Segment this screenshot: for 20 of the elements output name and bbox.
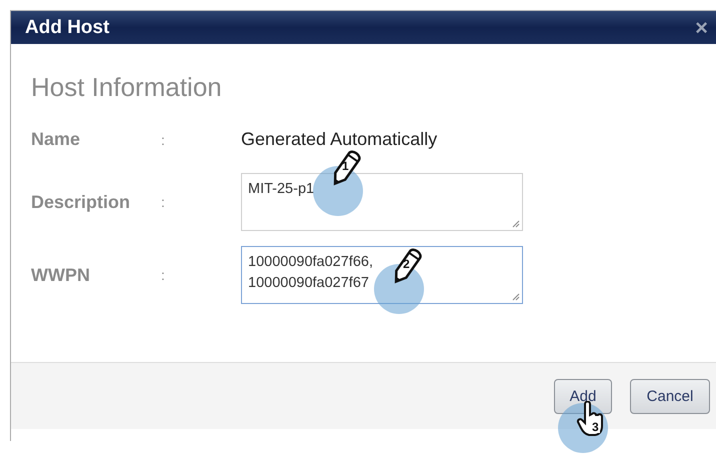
resize-grip-icon (512, 293, 520, 301)
field-value: Generated Automatically (241, 129, 438, 150)
close-button[interactable]: × (695, 14, 708, 40)
step-number: 3 (591, 420, 600, 432)
resize-grip-icon (512, 220, 520, 228)
add-button[interactable]: Add (554, 378, 612, 414)
dialog-title: Add Host (25, 16, 110, 38)
field-label: Description (31, 192, 132, 212)
separator: : (161, 267, 166, 283)
field-label: WWPN (31, 264, 91, 286)
section-title: Host Information (31, 72, 223, 103)
cancel-button[interactable]: Cancel (630, 378, 710, 414)
separator: : (161, 194, 166, 210)
pencil-icon (392, 246, 422, 286)
step-number: 2 (403, 258, 410, 270)
text-area[interactable]: MIT-25-p1 (241, 173, 523, 231)
step-number: 1 (342, 160, 349, 172)
separator: : (161, 132, 166, 148)
pencil-icon (331, 148, 361, 188)
field-label: Name (31, 129, 82, 150)
